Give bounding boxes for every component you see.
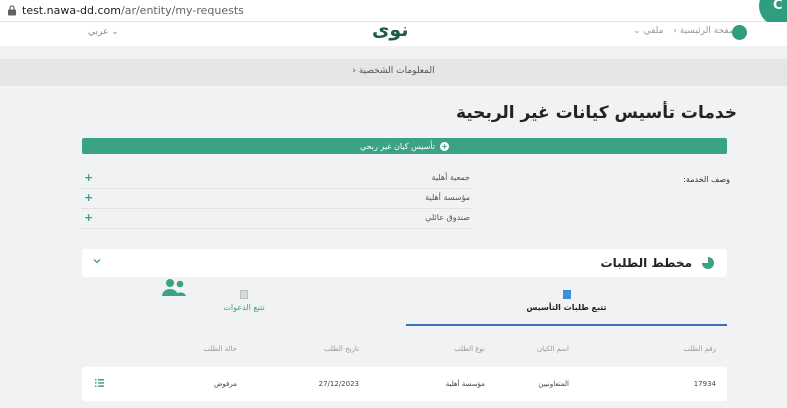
avatar[interactable] <box>732 25 747 40</box>
document-icon <box>240 290 248 299</box>
header-entity-name: اسم الكيان <box>536 345 569 353</box>
service-name: جمعية أهلية <box>431 173 470 182</box>
page-title: خدمات تأسيس كيانات غير الربحية <box>455 103 737 123</box>
pie-chart-icon <box>702 257 714 269</box>
requests-chart-section[interactable]: مخطط الطلبات <box>82 249 727 277</box>
cell-entity-name: المتعاونيين <box>538 380 569 388</box>
address-bar[interactable]: test.nawa-dd.com/ar/entity/my-requests <box>22 4 244 17</box>
tab-invites-label: تتبع الدعوات <box>223 303 265 312</box>
add-entity-button[interactable]: + تأسيس كيان غير ربحي <box>82 138 727 154</box>
table-row[interactable]: 17934 المتعاونيين مؤسسة أهلية 27/12/2023… <box>82 367 727 401</box>
service-item[interactable]: صندوق عائلي + <box>82 211 472 229</box>
cell-request-type: مؤسسة أهلية <box>445 380 485 388</box>
table-header: رقم الطلب اسم الكيان نوع الطلب تاريخ الط… <box>82 345 727 359</box>
language-label: عربي <box>88 27 109 37</box>
site-header: عربي ⌄ نوى الصفحة الرئيسية › ملفي ⌄ <box>0 19 787 46</box>
tab-founding-requests[interactable]: تتبع طلبات التأسيس <box>406 290 727 326</box>
tab-founding-label: تتبع طلبات التأسيس <box>526 303 607 312</box>
cell-request-date: 27/12/2023 <box>318 380 359 388</box>
expand-plus-icon[interactable]: + <box>84 191 93 204</box>
header-request-status: حالة الطلب <box>203 345 237 353</box>
url-path: /ar/entity/my-requests <box>121 4 244 17</box>
service-description-label: وصف الخدمة: <box>683 175 730 184</box>
cell-request-number: 17934 <box>693 380 716 388</box>
list-menu-icon[interactable] <box>95 379 104 387</box>
service-name: مؤسسة أهلية <box>425 193 470 202</box>
header-request-date: تاريخ الطلب <box>323 345 359 353</box>
header-request-number: رقم الطلب <box>683 345 716 353</box>
service-item[interactable]: مؤسسة أهلية + <box>82 191 472 209</box>
nav-profile-label: ملفي <box>643 26 664 36</box>
breadcrumb: المعلومات الشخصية ‹ <box>0 59 787 86</box>
language-switcher[interactable]: عربي ⌄ <box>88 27 119 37</box>
section-title: مخطط الطلبات <box>600 256 692 270</box>
header-request-type: نوع الطلب <box>454 345 485 353</box>
badge-letter-icon: C <box>773 0 783 13</box>
chevron-down-icon[interactable] <box>92 256 102 266</box>
expand-plus-icon[interactable]: + <box>84 171 93 184</box>
logo[interactable]: نوى <box>372 19 408 41</box>
plus-circle-icon: + <box>440 141 450 151</box>
url-host: test.nawa-dd.com <box>22 4 121 17</box>
breadcrumb-item[interactable]: المعلومات الشخصية ‹ <box>0 66 787 76</box>
top-nav: الصفحة الرئيسية › ملفي ⌄ <box>633 26 742 36</box>
service-item[interactable]: جمعية أهلية + <box>82 171 472 189</box>
tab-invites[interactable]: تتبع الدعوات <box>82 290 406 326</box>
breadcrumb-label: المعلومات الشخصية <box>358 66 435 76</box>
cell-request-status: مرفوض <box>213 380 237 388</box>
lock-icon <box>8 5 16 16</box>
expand-plus-icon[interactable]: + <box>84 211 93 224</box>
nav-item-profile[interactable]: ملفي ⌄ <box>633 26 663 36</box>
document-icon <box>562 290 571 299</box>
add-entity-label: تأسيس كيان غير ربحي <box>359 141 436 151</box>
service-name: صندوق عائلي <box>425 213 470 222</box>
